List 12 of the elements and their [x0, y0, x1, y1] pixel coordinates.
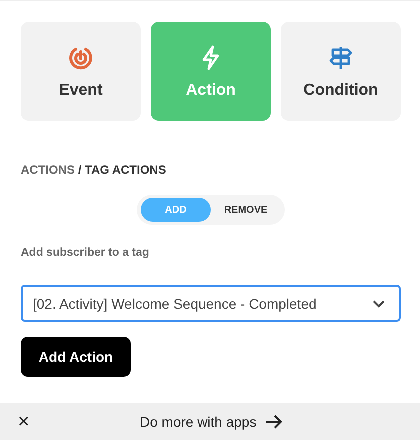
- type-card[interactable]: Condition: [281, 22, 401, 121]
- tag-select[interactable]: [02. Activity] Welcome Sequence - Completed: [21, 285, 401, 322]
- field-label: Add subscriber to a tag: [21, 247, 150, 259]
- arrow-right-icon: [264, 414, 283, 428]
- type-card[interactable]: Event: [21, 22, 141, 121]
- chevron-down-icon: [373, 300, 385, 308]
- add-action-button[interactable]: Add Action: [21, 337, 131, 377]
- breadcrumb-current: / TAG ACTIONS: [78, 163, 166, 177]
- close-button[interactable]: ×: [14, 412, 34, 432]
- breadcrumb-parent[interactable]: ACTIONS: [21, 163, 75, 177]
- toggle-option[interactable]: REMOVE: [211, 198, 281, 222]
- banner-link[interactable]: Do more with apps: [140, 414, 257, 430]
